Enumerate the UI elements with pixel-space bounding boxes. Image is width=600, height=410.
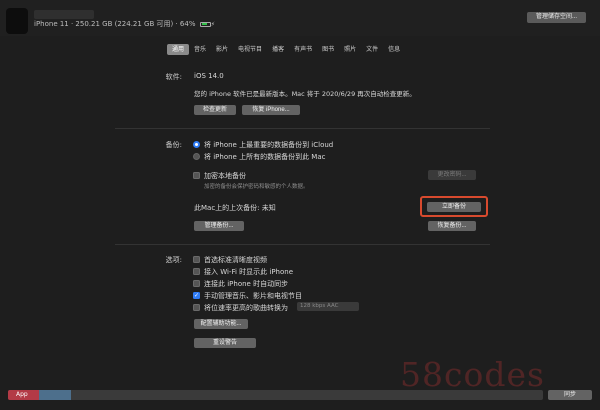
tab-music[interactable]: 音乐 [189, 44, 211, 55]
software-status: 您的 iPhone 软件已是最新版本。Mac 将于 2020/6/29 再次自动… [194, 90, 416, 98]
option-label-convert-bitrate[interactable]: 将位速率更高的歌曲转换为 [204, 303, 288, 313]
restore-backup-button[interactable]: 恢复备份... [428, 221, 476, 231]
option-label-auto-sync[interactable]: 连接此 iPhone 时自动同步 [204, 279, 288, 289]
storage-segment-other [39, 390, 72, 400]
encrypt-backup-label[interactable]: 加密本地备份 [204, 171, 246, 181]
battery-icon [199, 21, 211, 27]
manage-backups-button[interactable]: 管理备份... [194, 221, 244, 231]
option-label-show-on-wifi[interactable]: 接入 Wi-Fi 时显示此 iPhone [204, 267, 293, 277]
backup-label: 备份: [165, 141, 182, 149]
charging-bolt-icon: ⚡ [210, 21, 215, 28]
radio-backup-mac[interactable] [193, 153, 200, 160]
option-checkbox-manual-manage[interactable]: ✓ [193, 292, 200, 299]
check-update-button[interactable]: 检查更新 [194, 105, 236, 115]
last-backup-status: 此Mac上的上次备份: 未知 [194, 204, 276, 212]
backup-now-button[interactable]: 立即备份 [427, 202, 481, 212]
sync-button[interactable]: 同步 [548, 390, 592, 400]
tab-bar: 通用 音乐 影片 电视节目 播客 有声书 图书 照片 文件 信息 [167, 44, 405, 55]
option-checkbox-sd-video[interactable] [193, 256, 200, 263]
options-label: 选项: [165, 256, 182, 264]
radio-backup-icloud[interactable] [193, 141, 200, 148]
tab-info[interactable]: 信息 [383, 44, 405, 55]
encrypt-backup-checkbox[interactable] [193, 172, 200, 179]
software-label: 软件: [165, 73, 182, 81]
tab-general[interactable]: 通用 [167, 44, 190, 55]
change-password-button[interactable]: 更改密码... [428, 170, 476, 180]
option-checkbox-show-on-wifi[interactable] [193, 268, 200, 275]
reset-warnings-button[interactable]: 重设警告 [194, 338, 256, 348]
device-info-text: iPhone 11 · 250.21 GB (224.21 GB 可用) · 6… [34, 20, 196, 28]
watermark-text: 58codes [400, 355, 545, 394]
backup-mac-label[interactable]: 将 iPhone 上所有的数据备份到此 Mac [204, 152, 325, 162]
storage-app-label: App [16, 391, 28, 398]
manage-storage-button[interactable]: 管理储存空间... [527, 12, 586, 23]
tab-podcasts[interactable]: 播客 [267, 44, 289, 55]
tab-files[interactable]: 文件 [361, 44, 383, 55]
option-checkbox-auto-sync[interactable] [193, 280, 200, 287]
divider [115, 128, 490, 129]
bitrate-select[interactable]: 128 kbps AAC [297, 302, 359, 311]
divider [115, 244, 490, 245]
backup-icloud-label[interactable]: 将 iPhone 上最重要的数据备份到 iCloud [204, 140, 333, 150]
storage-usage-bar: App [8, 390, 543, 400]
tab-photos[interactable]: 照片 [339, 44, 361, 55]
option-label-manual-manage[interactable]: 手动管理音乐、影片和电视节目 [204, 291, 302, 301]
tab-movies[interactable]: 影片 [211, 44, 233, 55]
accessibility-config-button[interactable]: 配置辅助功能... [194, 319, 248, 329]
device-info: iPhone 11 · 250.21 GB (224.21 GB 可用) · 6… [34, 19, 215, 29]
restore-iphone-button[interactable]: 恢复 iPhone... [242, 105, 300, 115]
iphone-icon [6, 8, 28, 34]
option-label-sd-video[interactable]: 首选标准清晰度视频 [204, 255, 267, 265]
option-checkbox-convert-bitrate[interactable] [193, 304, 200, 311]
tab-tv-shows[interactable]: 电视节目 [233, 44, 267, 55]
encrypt-note: 加密的备份会保护密码和敏感的个人数据。 [204, 184, 309, 190]
ios-version: iOS 14.0 [194, 72, 224, 80]
tab-audiobooks[interactable]: 有声书 [289, 44, 317, 55]
tab-books[interactable]: 图书 [317, 44, 339, 55]
device-name-redacted [34, 10, 94, 19]
